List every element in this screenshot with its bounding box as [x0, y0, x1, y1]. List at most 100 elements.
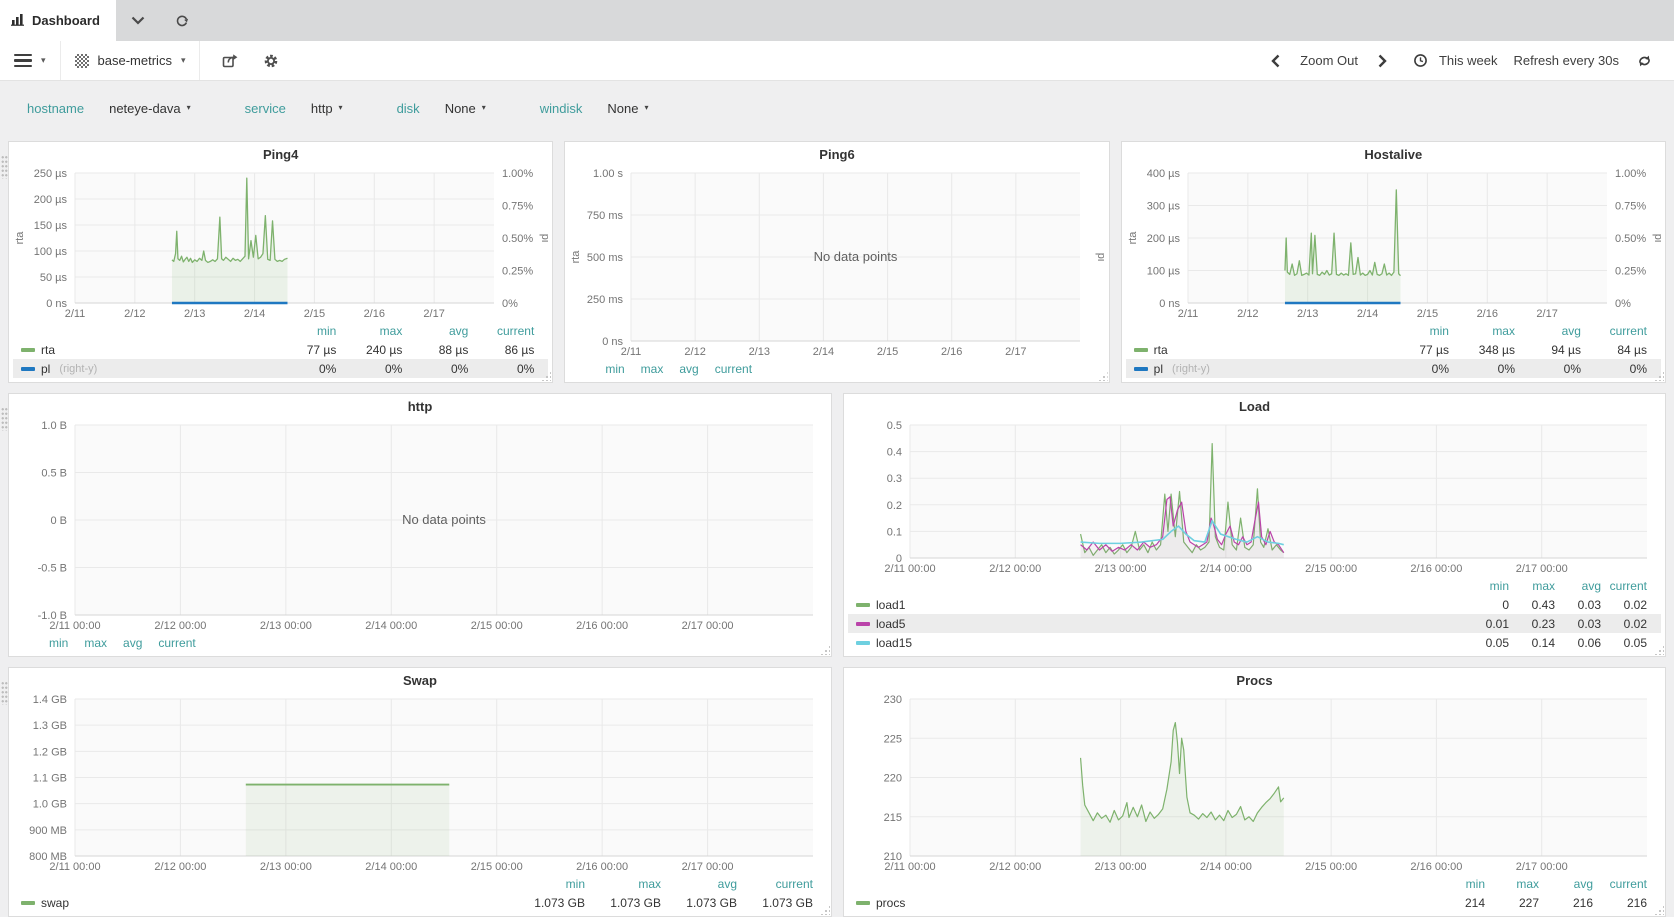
- chart-load[interactable]: 2/11 00:002/12 00:002/13 00:002/14 00:00…: [848, 417, 1661, 576]
- tab-dropdown-button[interactable]: [116, 0, 160, 41]
- svg-text:pl: pl: [539, 234, 548, 243]
- legend-header[interactable]: max: [84, 636, 107, 650]
- chart-canvas[interactable]: 2/112/122/132/142/152/162/170 ns50 µs100…: [13, 165, 548, 321]
- legend-series-name[interactable]: rta: [1154, 343, 1168, 357]
- chevron-down-icon: ▾: [187, 104, 191, 112]
- legend-header[interactable]: current: [1593, 877, 1647, 891]
- legend-header-row: minmaxavgcurrent: [13, 874, 827, 893]
- legend-header[interactable]: max: [1449, 324, 1515, 338]
- legend-header[interactable]: max: [1485, 877, 1539, 891]
- panel-title[interactable]: Ping4: [13, 145, 548, 165]
- legend-header[interactable]: max: [641, 362, 664, 376]
- legend-header[interactable]: min: [49, 636, 68, 650]
- refresh-interval-button[interactable]: Refresh every 30s: [1508, 53, 1626, 68]
- panel-ping6: Ping6 2/112/122/132/142/152/162/170 ns25…: [564, 141, 1109, 383]
- legend-header[interactable]: current: [715, 362, 752, 376]
- variable-value-dropdown[interactable]: None▾: [607, 101, 648, 116]
- row-drag-handle[interactable]: [1, 407, 8, 431]
- legend-header[interactable]: current: [1601, 579, 1647, 593]
- svg-text:225: 225: [884, 733, 902, 745]
- legend-header[interactable]: avg: [1515, 324, 1581, 338]
- legend-header[interactable]: max: [585, 877, 661, 891]
- svg-text:2/13: 2/13: [184, 308, 205, 320]
- variable-value-dropdown[interactable]: neteye-dava▾: [109, 101, 191, 116]
- dashboard-caret-icon[interactable]: ▾: [181, 56, 186, 65]
- legend-header[interactable]: max: [336, 324, 402, 338]
- legend-header[interactable]: min: [605, 362, 624, 376]
- legend-header-row: minmaxavgcurrent: [13, 321, 548, 340]
- legend-series-name[interactable]: load5: [876, 617, 905, 631]
- svg-text:2/17 00:00: 2/17 00:00: [682, 861, 734, 873]
- legend-header[interactable]: min: [1463, 579, 1509, 593]
- legend-series-name[interactable]: load1: [876, 598, 905, 612]
- legend-header[interactable]: min: [1383, 324, 1449, 338]
- dashboard-name[interactable]: base-metrics: [98, 53, 172, 68]
- legend-stat-value: 0%: [336, 362, 402, 376]
- chart-procs[interactable]: 2/11 00:002/12 00:002/13 00:002/14 00:00…: [848, 691, 1661, 874]
- chart-hostalive[interactable]: 2/112/122/132/142/152/162/170 ns100 µs20…: [1126, 165, 1661, 321]
- legend-header[interactable]: current: [737, 877, 813, 891]
- legend-series-name[interactable]: procs: [876, 896, 905, 910]
- svg-text:210: 210: [884, 851, 902, 863]
- legend-header[interactable]: avg: [1539, 877, 1593, 891]
- tab-reload-button[interactable]: [160, 0, 204, 41]
- legend-stat-value: 0%: [1449, 362, 1515, 376]
- legend-header[interactable]: min: [509, 877, 585, 891]
- variable-value-dropdown[interactable]: http▾: [311, 101, 343, 116]
- legend-header[interactable]: avg: [661, 877, 737, 891]
- clock-icon: [1413, 53, 1428, 68]
- chart-canvas[interactable]: 2/11 00:002/12 00:002/13 00:002/14 00:00…: [13, 417, 827, 633]
- legend-series-name[interactable]: swap: [41, 896, 69, 910]
- legend-header[interactable]: current: [468, 324, 534, 338]
- panel-title[interactable]: Hostalive: [1126, 145, 1661, 165]
- chart-canvas[interactable]: 2/11 00:002/12 00:002/13 00:002/14 00:00…: [848, 691, 1661, 874]
- panel-title[interactable]: Load: [848, 397, 1661, 417]
- svg-text:0.75%: 0.75%: [1615, 201, 1646, 213]
- zoom-out-button[interactable]: Zoom Out: [1294, 53, 1364, 68]
- svg-text:1.00%: 1.00%: [1615, 168, 1646, 180]
- tab-dashboard[interactable]: Dashboard: [0, 0, 116, 41]
- legend-header[interactable]: max: [1509, 579, 1555, 593]
- settings-button[interactable]: [255, 53, 287, 69]
- legend-header[interactable]: avg: [123, 636, 142, 650]
- dashboard-actions-group: [200, 41, 301, 80]
- legend-header[interactable]: current: [158, 636, 195, 650]
- legend-header[interactable]: avg: [1555, 579, 1601, 593]
- chart-canvas[interactable]: 2/112/122/132/142/152/162/170 ns250 ms50…: [569, 165, 1104, 359]
- menu-caret-icon[interactable]: ▾: [41, 56, 46, 65]
- chart-ping4[interactable]: 2/112/122/132/142/152/162/170 ns50 µs100…: [13, 165, 548, 321]
- legend-swatch: [1134, 348, 1148, 352]
- panel-title[interactable]: Ping6: [569, 145, 1104, 165]
- panel-title[interactable]: Swap: [13, 671, 827, 691]
- variable-value-dropdown[interactable]: None▾: [445, 101, 486, 116]
- row-drag-handle[interactable]: [1, 155, 8, 179]
- chart-ping6[interactable]: 2/112/122/132/142/152/162/170 ns250 ms50…: [569, 165, 1104, 359]
- legend-header[interactable]: avg: [402, 324, 468, 338]
- legend-stat-value: 0%: [1515, 362, 1581, 376]
- chart-canvas[interactable]: 2/11 00:002/12 00:002/13 00:002/14 00:00…: [13, 691, 827, 874]
- time-forward-button[interactable]: [1368, 54, 1397, 68]
- legend-series-name[interactable]: load15: [876, 636, 912, 650]
- legend-header[interactable]: current: [1581, 324, 1647, 338]
- refresh-button[interactable]: [1629, 54, 1660, 68]
- svg-text:2/13 00:00: 2/13 00:00: [260, 861, 312, 873]
- legend-header[interactable]: min: [1431, 877, 1485, 891]
- share-button[interactable]: [214, 53, 246, 68]
- panel-http: http 2/11 00:002/12 00:002/13 00:002/14 …: [8, 393, 832, 657]
- row-drag-handle[interactable]: [1, 681, 8, 705]
- legend-header[interactable]: avg: [679, 362, 698, 376]
- panel-title[interactable]: http: [13, 397, 827, 417]
- legend-series-name[interactable]: rta: [41, 343, 55, 357]
- hamburger-menu-icon[interactable]: [14, 54, 32, 68]
- chart-http[interactable]: 2/11 00:002/12 00:002/13 00:002/14 00:00…: [13, 417, 827, 633]
- legend-header[interactable]: min: [270, 324, 336, 338]
- legend-stat-value: 0%: [402, 362, 468, 376]
- time-range-button[interactable]: This week: [1401, 53, 1504, 68]
- panel-title[interactable]: Procs: [848, 671, 1661, 691]
- chart-swap[interactable]: 2/11 00:002/12 00:002/13 00:002/14 00:00…: [13, 691, 827, 874]
- legend-series-name[interactable]: pl: [41, 362, 50, 376]
- chart-canvas[interactable]: 2/112/122/132/142/152/162/170 ns100 µs20…: [1126, 165, 1661, 321]
- legend-series-name[interactable]: pl: [1154, 362, 1163, 376]
- time-back-button[interactable]: [1261, 54, 1290, 68]
- chart-canvas[interactable]: 2/11 00:002/12 00:002/13 00:002/14 00:00…: [848, 417, 1661, 576]
